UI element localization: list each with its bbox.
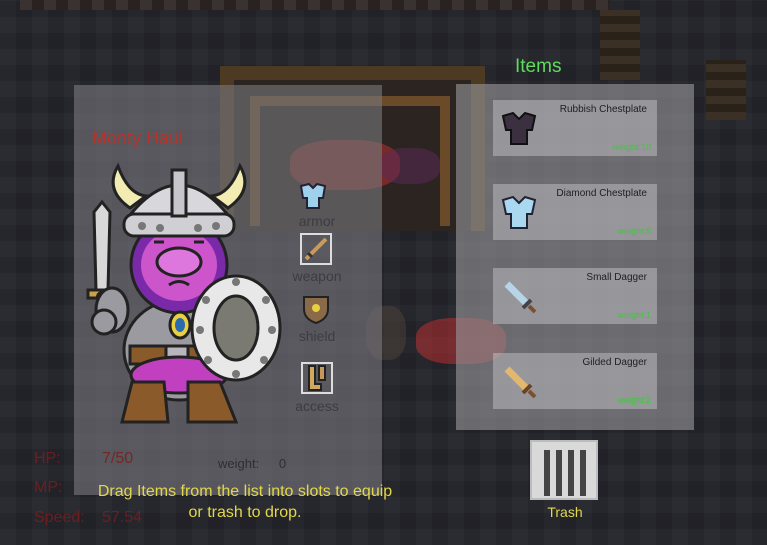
- stat-mp-label: MP:: [34, 479, 63, 496]
- stat-speed: Speed: 57.54: [34, 509, 142, 527]
- armor-icon[interactable]: [297, 180, 329, 212]
- background-monster: [380, 148, 440, 184]
- stat-hp: HP: 7/50: [34, 450, 133, 468]
- item-name: Small Dagger: [586, 272, 647, 283]
- item-weight: weight:1: [617, 310, 651, 320]
- slot-label-weapon: weapon: [292, 268, 342, 284]
- trash-label: Trash: [547, 504, 583, 520]
- slot-label-accessory: access: [295, 398, 339, 414]
- item-weight: weight:10: [612, 142, 651, 152]
- accessory-icon[interactable]: [301, 362, 333, 394]
- small-dagger-icon: [504, 281, 537, 314]
- item-name: Diamond Chestplate: [556, 188, 647, 199]
- character-name: Monty Haul: [92, 128, 184, 148]
- character-portrait: [86, 162, 282, 424]
- item-card-diamond-chestplate[interactable]: Diamond Chestplate weight:8: [493, 184, 657, 240]
- weight-value: 0: [278, 456, 287, 471]
- stat-mp: MP:: [34, 479, 62, 497]
- slot-label-armor: armor: [298, 213, 336, 229]
- diamond-chestplate-icon: [501, 195, 537, 229]
- gilded-dagger-icon: [504, 366, 537, 399]
- item-name: Rubbish Chestplate: [559, 104, 647, 115]
- item-weight: weight:2: [617, 395, 651, 405]
- dungeon-pillar: [706, 60, 746, 120]
- rubbish-chestplate-icon: [501, 111, 537, 145]
- item-card-gilded-dagger[interactable]: Gilded Dagger weight:2: [493, 353, 657, 409]
- stat-speed-label: Speed:: [34, 509, 85, 526]
- shield-icon[interactable]: [300, 293, 332, 325]
- equipped-weight: weight: 0: [218, 456, 302, 471]
- items-title: Items: [515, 56, 562, 77]
- trash-bar: [544, 450, 550, 496]
- item-weight: weight:8: [617, 226, 651, 236]
- stat-hp-label: HP:: [34, 450, 61, 467]
- dungeon-wall: [20, 0, 610, 10]
- trash-bin-icon[interactable]: [530, 440, 598, 500]
- trash-bar: [556, 450, 562, 496]
- stat-hp-value: 7/50: [102, 450, 134, 467]
- item-name: Gilded Dagger: [582, 357, 647, 368]
- item-card-rubbish-chestplate[interactable]: Rubbish Chestplate weight:10: [493, 100, 657, 156]
- slot-label-shield: shield: [298, 328, 336, 344]
- trash-bar: [580, 450, 586, 496]
- instruction-text: Drag Items from the list into slots to e…: [97, 483, 393, 521]
- dungeon-pillar: [600, 10, 640, 80]
- trash-bar: [568, 450, 574, 496]
- weapon-icon[interactable]: [300, 233, 332, 265]
- item-card-small-dagger[interactable]: Small Dagger weight:1: [493, 268, 657, 324]
- weight-label: weight:: [218, 456, 260, 471]
